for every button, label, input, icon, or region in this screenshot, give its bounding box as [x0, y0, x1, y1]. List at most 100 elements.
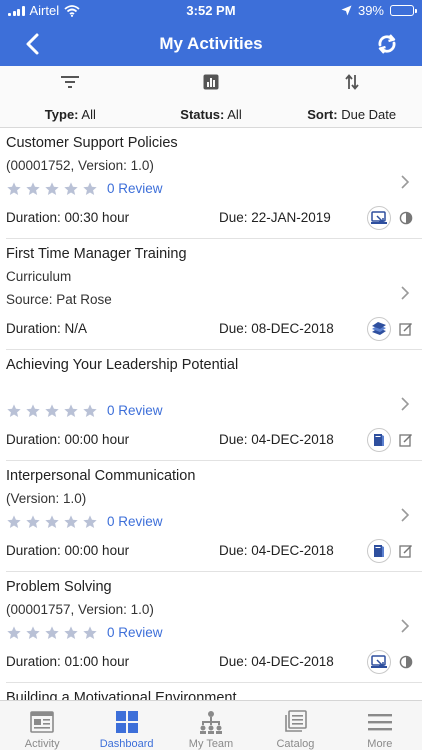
activity-duration: Duration: N/A: [6, 321, 88, 336]
activity-title: Building a Motivational Environment: [6, 690, 237, 700]
edit-icon: [398, 321, 414, 337]
star-icon: [83, 515, 97, 528]
edit-icon: [398, 543, 414, 559]
tab-dashboard[interactable]: Dashboard: [84, 701, 168, 750]
star-icon: [45, 515, 59, 528]
sort-filter[interactable]: Sort: Due Date: [281, 66, 422, 127]
star-icon: [45, 404, 59, 417]
sort-icon: [344, 72, 360, 92]
type-filter-label: Type:: [44, 107, 79, 122]
activity-subtitle: (00001752, Version: 1.0): [6, 158, 154, 173]
activity-card[interactable]: Customer Support Policies (00001752, Ver…: [6, 128, 422, 239]
activity-card[interactable]: First Time Manager Training Curriculum S…: [6, 239, 422, 350]
activity-source: Source: Pat Rose: [6, 292, 112, 307]
type-filter[interactable]: Type: All: [0, 66, 141, 127]
chevron-right-icon: [401, 175, 410, 189]
review-link[interactable]: 0 Review: [107, 403, 163, 418]
online-course-icon: [367, 206, 391, 230]
book-icon: [367, 428, 391, 452]
tab-more[interactable]: More: [338, 701, 422, 750]
status-filter-text: Status: All: [180, 107, 241, 122]
location-arrow-icon: [341, 5, 352, 16]
team-icon: [198, 708, 224, 735]
type-filter-value: All: [81, 107, 96, 122]
tab-label: My Team: [188, 738, 234, 750]
half-circle-icon: [398, 654, 414, 670]
online-course-icon: [367, 650, 391, 674]
review-link[interactable]: 0 Review: [107, 181, 163, 196]
tab-label: Catalog: [276, 738, 315, 750]
activity-card[interactable]: Achieving Your Leadership Potential 0 Re…: [6, 350, 422, 461]
filter-bar: Type: All Status: All Sort: Due Date: [0, 66, 422, 128]
rating-stars: [6, 403, 98, 419]
tab-label: More: [367, 738, 393, 750]
activity-list: Customer Support Policies (00001752, Ver…: [0, 128, 422, 700]
star-icon: [45, 182, 59, 195]
star-icon: [7, 626, 21, 639]
dashboard-icon: [115, 708, 139, 735]
activity-duration: Duration: 00:00 hour: [6, 543, 130, 558]
half-circle-icon: [398, 210, 414, 226]
star-icon: [64, 182, 78, 195]
star-icon: [26, 626, 40, 639]
star-icon: [64, 404, 78, 417]
activity-subtitle: (00001757, Version: 1.0): [6, 602, 154, 617]
tab-activity[interactable]: Activity: [0, 701, 84, 750]
status-bar: Airtel 3:52 PM 39%: [0, 0, 422, 22]
sort-filter-value: Due Date: [341, 107, 397, 122]
activity-subtitle: Curriculum: [6, 269, 72, 284]
activity-card[interactable]: Problem Solving (00001757, Version: 1.0)…: [6, 572, 422, 683]
sort-filter-text: Sort: Due Date: [307, 107, 396, 122]
chevron-right-icon: [401, 397, 410, 411]
star-icon: [26, 404, 40, 417]
activity-icon: [30, 708, 55, 735]
activity-due-date: Due: 04-DEC-2018: [219, 654, 334, 669]
status-filter-label: Status:: [180, 107, 225, 122]
nav-bar: My Activities: [0, 22, 422, 66]
activity-title: Interpersonal Communication: [6, 468, 196, 484]
rating-stars: [6, 514, 98, 530]
review-link[interactable]: 0 Review: [107, 514, 163, 529]
star-icon: [83, 626, 97, 639]
tab-my-team[interactable]: My Team: [169, 701, 253, 750]
tab-catalog[interactable]: Catalog: [253, 701, 337, 750]
tab-label: Activity: [24, 738, 60, 750]
activity-duration: Duration: 00:30 hour: [6, 210, 130, 225]
activity-subtitle: (Version: 1.0): [6, 491, 87, 506]
status-right: 39%: [341, 3, 417, 18]
star-icon: [7, 404, 21, 417]
star-icon: [64, 515, 78, 528]
activity-duration: Duration: 00:00 hour: [6, 432, 130, 447]
menu-icon: [367, 708, 393, 735]
star-icon: [83, 404, 97, 417]
activity-card[interactable]: Interpersonal Communication (Version: 1.…: [6, 461, 422, 572]
activity-due-date: Due: 08-DEC-2018: [219, 321, 334, 336]
chevron-right-icon: [401, 286, 410, 300]
page-title: My Activities: [159, 34, 263, 53]
activity-title: Achieving Your Leadership Potential: [6, 357, 239, 373]
refresh-icon: [378, 34, 396, 54]
star-icon: [83, 182, 97, 195]
activity-title: Problem Solving: [6, 579, 112, 595]
chevron-right-icon: [401, 508, 410, 522]
type-filter-text: Type: All: [45, 107, 96, 122]
review-link[interactable]: 0 Review: [107, 625, 163, 640]
activity-title: Customer Support Policies: [6, 135, 178, 151]
activity-due-date: Due: 04-DEC-2018: [219, 432, 334, 447]
star-icon: [26, 515, 40, 528]
tab-bar: Activity Dashboard My Team Catalog More: [0, 700, 422, 750]
rating-stars: [6, 625, 98, 641]
star-icon: [45, 626, 59, 639]
sort-filter-label: Sort:: [307, 107, 338, 122]
curriculum-icon: [367, 317, 391, 341]
star-icon: [7, 515, 21, 528]
activity-title: First Time Manager Training: [6, 246, 187, 262]
status-filter[interactable]: Status: All: [141, 66, 282, 127]
refresh-button[interactable]: [372, 30, 402, 58]
book-icon: [367, 539, 391, 563]
status-filter-value: All: [227, 107, 242, 122]
activity-card[interactable]: Building a Motivational Environment: [6, 683, 422, 700]
activity-duration: Duration: 01:00 hour: [6, 654, 130, 669]
tab-label: Dashboard: [99, 738, 154, 750]
activity-due-date: Due: 22-JAN-2019: [219, 210, 331, 225]
